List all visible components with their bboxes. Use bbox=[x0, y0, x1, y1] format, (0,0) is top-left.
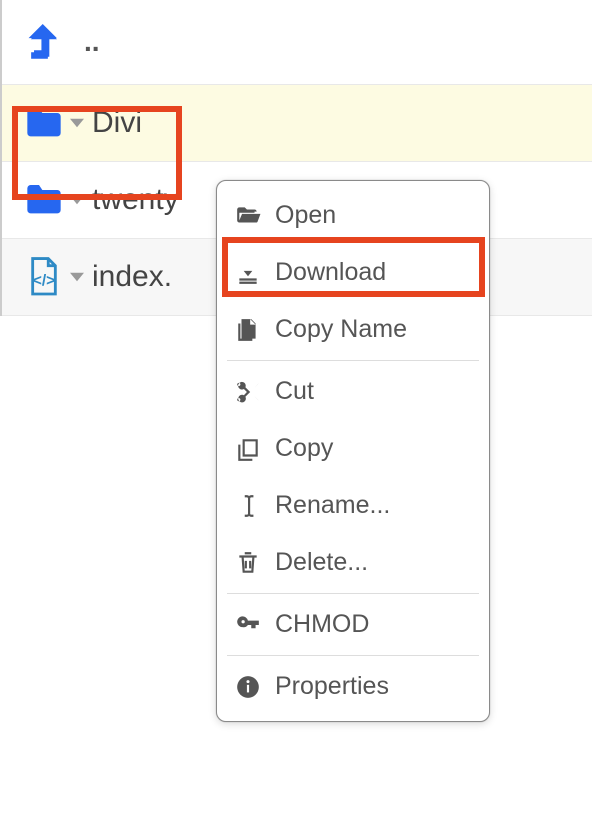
code-file-icon: </> bbox=[22, 257, 66, 297]
menu-copy[interactable]: Copy bbox=[217, 420, 489, 477]
menu-delete[interactable]: Delete... bbox=[217, 534, 489, 591]
info-icon bbox=[235, 674, 275, 700]
menu-divider bbox=[227, 360, 479, 361]
file-name: twenty bbox=[88, 183, 179, 217]
menu-copy-name[interactable]: Copy Name bbox=[217, 301, 489, 358]
chevron-down-icon[interactable] bbox=[66, 272, 88, 282]
menu-label: Download bbox=[275, 258, 386, 287]
trash-icon bbox=[235, 550, 275, 576]
parent-dots: .. bbox=[66, 26, 100, 58]
menu-rename[interactable]: Rename... bbox=[217, 477, 489, 534]
context-menu: Open Download Copy Name Cut Copy Rename.… bbox=[216, 180, 490, 722]
menu-divider bbox=[227, 655, 479, 656]
menu-cut[interactable]: Cut bbox=[217, 363, 489, 420]
up-arrow-icon bbox=[22, 24, 66, 60]
menu-label: Properties bbox=[275, 672, 389, 701]
menu-download[interactable]: Download bbox=[217, 244, 489, 301]
chevron-down-icon[interactable] bbox=[66, 118, 88, 128]
key-icon bbox=[235, 612, 275, 638]
menu-chmod[interactable]: CHMOD bbox=[217, 596, 489, 653]
menu-properties[interactable]: Properties bbox=[217, 658, 489, 715]
folder-icon bbox=[22, 180, 66, 220]
folder-icon bbox=[22, 103, 66, 143]
menu-divider bbox=[227, 593, 479, 594]
chevron-down-icon[interactable] bbox=[66, 195, 88, 205]
menu-open[interactable]: Open bbox=[217, 187, 489, 244]
menu-label: Rename... bbox=[275, 491, 390, 520]
file-name: Divi bbox=[88, 106, 142, 140]
open-folder-icon bbox=[235, 203, 275, 229]
menu-label: Copy bbox=[275, 434, 333, 463]
parent-directory-row[interactable]: .. bbox=[2, 0, 592, 85]
menu-label: Copy Name bbox=[275, 315, 407, 344]
menu-label: Delete... bbox=[275, 548, 368, 577]
file-name: index. bbox=[88, 260, 172, 294]
menu-label: Open bbox=[275, 201, 336, 230]
download-icon bbox=[235, 260, 275, 286]
menu-label: Cut bbox=[275, 377, 314, 406]
svg-text:</>: </> bbox=[33, 273, 56, 290]
file-row-divi[interactable]: Divi bbox=[2, 85, 592, 162]
menu-label: CHMOD bbox=[275, 610, 369, 639]
text-cursor-icon bbox=[235, 493, 275, 519]
copy-name-icon bbox=[235, 317, 275, 343]
scissors-icon bbox=[235, 379, 275, 405]
copy-icon bbox=[235, 436, 275, 462]
